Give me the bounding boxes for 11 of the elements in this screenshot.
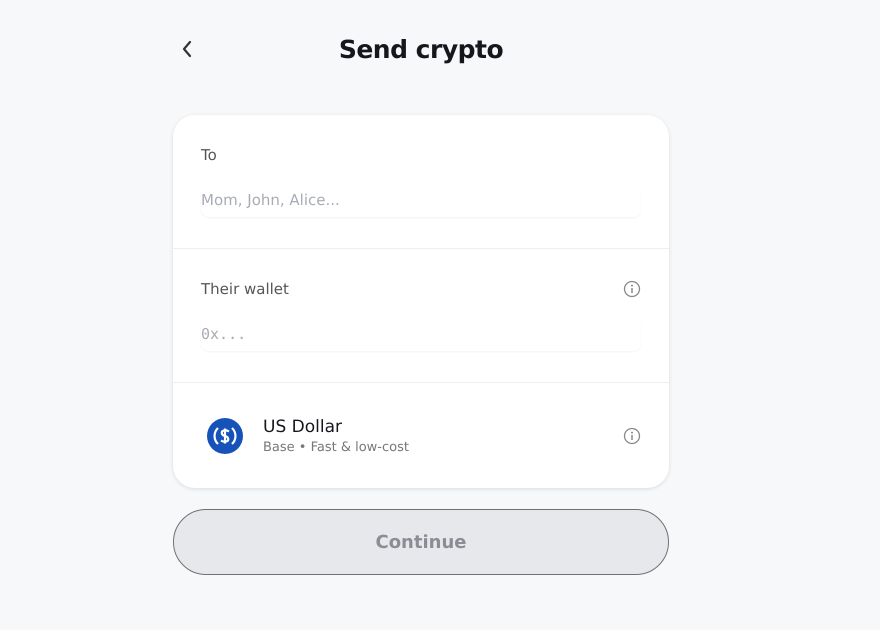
page-title: Send crypto — [338, 34, 504, 64]
asset-detail: Base • Fast & low-cost — [263, 440, 410, 454]
back-icon[interactable] — [181, 40, 193, 58]
field-label: To — [201, 146, 217, 164]
field-label: Their wallet — [201, 280, 289, 298]
info-icon[interactable] — [623, 280, 641, 298]
wallet-address-field[interactable]: 0x... — [201, 317, 641, 351]
recipient-field[interactable]: Mom, John, Alice... — [201, 183, 641, 217]
info-icon[interactable] — [623, 426, 641, 444]
dollar-coin-icon — [206, 416, 244, 454]
asset-name: US Dollar — [263, 416, 343, 436]
